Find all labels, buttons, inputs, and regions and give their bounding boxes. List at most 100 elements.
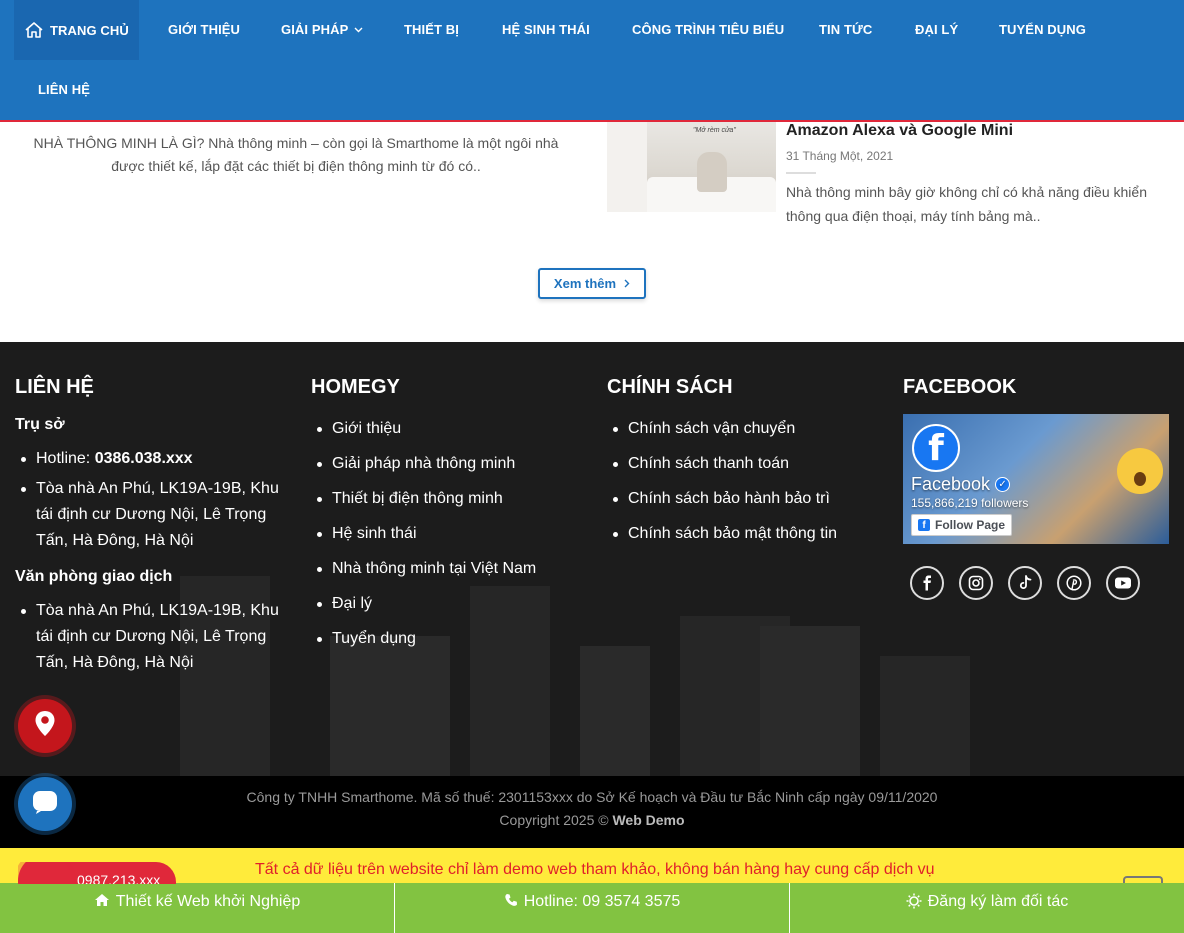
nav-item-ecosystem[interactable]: HỆ SINH THÁI [502, 22, 590, 37]
nav-item-news[interactable]: TIN TỨC [819, 22, 872, 37]
youtube-icon[interactable] [1106, 566, 1140, 600]
thumbnail-caption: "Mở rèm cửa" [693, 127, 736, 134]
thumbnail-person [697, 152, 727, 192]
post-excerpt: NHÀ THÔNG MINH LÀ GÌ? Nhà thông minh – c… [33, 135, 559, 174]
footer-link[interactable]: Giải pháp nhà thông minh [311, 451, 581, 477]
copyright-prefix: Copyright 2025 © [499, 812, 613, 828]
nav-label: THIẾT BỊ [404, 22, 459, 37]
follow-page-label: Follow Page [935, 518, 1006, 532]
footer-facebook-column: FACEBOOK [903, 376, 1169, 416]
facebook-icon[interactable] [910, 566, 944, 600]
nav-label: TIN TỨC [819, 22, 873, 37]
copyright-bar: Công ty TNHH Smarthome. Mã số thuế: 2301… [0, 776, 1184, 848]
zalo-button[interactable] [18, 777, 72, 831]
company-info: Công ty TNHH Smarthome. Mã số thuế: 2301… [246, 789, 938, 805]
nav-item-projects[interactable]: CÔNG TRÌNH TIÊU BIỂU [632, 22, 784, 37]
nav-label: TUYỂN DỤNG [999, 22, 1086, 37]
post-divider [786, 172, 816, 174]
map-button[interactable] [18, 699, 72, 753]
footer-link[interactable]: Giới thiệu [311, 416, 581, 442]
footer-heading: LIÊN HỆ [15, 376, 94, 398]
nav-item-solutions[interactable]: GIẢI PHÁP [281, 22, 363, 37]
facebook-page-name-text: Facebook [911, 474, 991, 494]
skyline-building [880, 656, 970, 776]
site-footer: LIÊN HỆ Trụ sở Hotline: 0386.038.xxx Tòa… [0, 342, 1184, 776]
chevron-down-icon [354, 27, 363, 33]
nav-label: LIÊN HỆ [38, 82, 90, 97]
footer-link[interactable]: Hệ sinh thái [311, 521, 581, 547]
nav-item-dealers[interactable]: ĐẠI LÝ [915, 22, 958, 37]
footer-link[interactable]: Nhà thông minh tại Việt Nam [311, 556, 581, 582]
web-design-button[interactable]: Thiết kế Web khởi Nghiệp [0, 883, 395, 933]
partner-signup-label: Đăng ký làm đối tác [927, 893, 1069, 910]
demo-notice-text: Tất cả dữ liệu trên website chỉ làm demo… [255, 861, 935, 878]
partner-signup-button[interactable]: Đăng ký làm đối tác [790, 883, 1184, 933]
bottom-action-bar: Thiết kế Web khởi Nghiệp Hotline: 09 357… [0, 883, 1184, 933]
hotline-number[interactable]: 0386.038.xxx [95, 450, 193, 467]
skyline-building [760, 626, 860, 776]
thumbnail-curtain [607, 122, 647, 212]
nav-item-home[interactable]: TRANG CHỦ [14, 0, 139, 60]
sun-icon [906, 893, 922, 914]
copyright-line: Copyright 2025 © Web Demo [0, 812, 1184, 828]
footer-link[interactable]: Tuyển dụng [311, 626, 581, 652]
office-address: Tòa nhà An Phú, LK19A-19B, Khu tái định … [15, 598, 285, 676]
verified-check-icon: ✓ [995, 477, 1011, 492]
nav-item-contact[interactable]: LIÊN HỆ [38, 82, 90, 97]
home-icon [24, 21, 44, 39]
facebook-page-name[interactable]: Facebook ✓ [911, 474, 1011, 495]
hotline-button[interactable]: Hotline: 09 3574 3575 [395, 883, 790, 933]
footer-policy-column: CHÍNH SÁCH Chính sách vận chuyển Chính s… [607, 376, 877, 556]
facebook-followers: 155,866,219 followers [911, 496, 1029, 510]
skyline-building [580, 646, 650, 776]
footer-link[interactable]: Thiết bị điện thông minh [311, 486, 581, 512]
facebook-logo-icon: f [912, 424, 960, 472]
post-thumbnail[interactable]: "Mở rèm cửa" [607, 122, 776, 212]
footer-heading: FACEBOOK [903, 376, 1017, 398]
hotline-label: Hotline: 09 3574 3575 [523, 893, 681, 910]
nav-label: TRANG CHỦ [50, 22, 129, 38]
footer-link[interactable]: Chính sách thanh toán [607, 451, 877, 477]
wow-emoji-icon [1117, 448, 1163, 494]
follow-page-button[interactable]: f Follow Page [911, 514, 1013, 536]
facebook-small-icon: f [918, 519, 930, 531]
nav-item-about[interactable]: GIỚI THIỆU [168, 22, 240, 37]
view-more-label: Xem thêm [553, 276, 617, 291]
post-excerpt: Nhà thông minh bây giờ không chỉ có khả … [786, 184, 1147, 224]
nav-label: ĐẠI LÝ [915, 22, 959, 37]
demo-notice-bar: Tất cả dữ liệu trên website chỉ làm demo… [0, 848, 1184, 884]
site-header: TRANG CHỦ GIỚI THIỆU GIẢI PHÁP THIẾT BỊ … [0, 0, 1184, 122]
footer-link[interactable]: Chính sách vận chuyển [607, 416, 877, 442]
footer-link[interactable]: Chính sách bảo mật thông tin [607, 521, 877, 547]
post-date: 31 Tháng Một, 2021 [786, 149, 894, 163]
pinterest-icon[interactable] [1057, 566, 1091, 600]
footer-contact-column: LIÊN HỆ Trụ sở Hotline: 0386.038.xxx Tòa… [15, 376, 285, 685]
map-pin-icon [33, 710, 57, 743]
phone-call-button[interactable]: 0987.213.xxx [18, 862, 176, 884]
nav-label: GIẢI PHÁP [281, 22, 349, 37]
home-icon [94, 893, 110, 912]
nav-label: HỆ SINH THÁI [502, 22, 590, 37]
footer-link[interactable]: Đại lý [311, 591, 581, 617]
facebook-page-widget[interactable]: f Facebook ✓ 155,866,219 followers f Fol… [903, 414, 1169, 544]
chevron-right-icon [624, 276, 630, 291]
nav-item-devices[interactable]: THIẾT BỊ [404, 22, 459, 37]
hq-address: Tòa nhà An Phú, LK19A-19B, Khu tái định … [15, 476, 285, 554]
nav-item-careers[interactable]: TUYỂN DỤNG [999, 22, 1086, 37]
copyright-brand[interactable]: Web Demo [612, 812, 684, 828]
view-more-button[interactable]: Xem thêm [538, 268, 646, 299]
phone-icon [504, 893, 518, 912]
hotline-label: Hotline: [36, 450, 95, 467]
nav-label: GIỚI THIỆU [168, 22, 241, 37]
hq-title: Trụ sở [15, 416, 65, 433]
hotline-item: Hotline: 0386.038.xxx [15, 446, 285, 472]
instagram-icon[interactable] [959, 566, 993, 600]
footer-homegy-column: HOMEGY Giới thiệu Giải pháp nhà thông mi… [311, 376, 581, 661]
phone-number: 0987.213.xxx [77, 872, 161, 884]
post-title[interactable]: Amazon Alexa và Google Mini [786, 122, 1013, 140]
tiktok-icon[interactable] [1008, 566, 1042, 600]
footer-heading: HOMEGY [311, 376, 400, 398]
zalo-icon [31, 789, 59, 820]
footer-link[interactable]: Chính sách bảo hành bảo trì [607, 486, 877, 512]
footer-heading: CHÍNH SÁCH [607, 376, 733, 398]
